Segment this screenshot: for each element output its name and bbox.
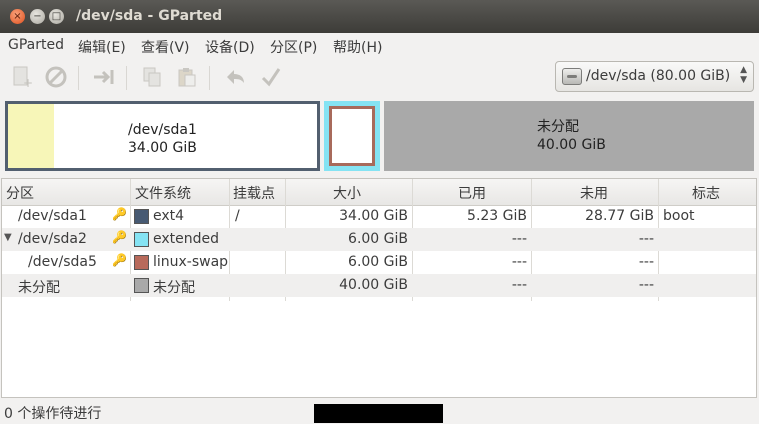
partition-cell: 未分配 — [18, 280, 60, 296]
menu-device[interactable]: 设备(D) — [205, 37, 255, 57]
key-icon: 🔑 — [112, 230, 127, 244]
disk-map-unallocated[interactable]: 未分配 40.00 GiB — [384, 101, 754, 171]
apply-icon[interactable] — [259, 66, 283, 90]
size-cell: 6.00 GiB — [348, 231, 408, 247]
flags-cell: boot — [663, 208, 695, 224]
table-row[interactable]: /dev/sda1 🔑 ext4 / 34.00 GiB 5.23 GiB 28… — [2, 205, 756, 228]
header-filesystem[interactable]: 文件系统 — [135, 183, 191, 203]
menu-partition[interactable]: 分区(P) — [270, 37, 317, 57]
unallocated-map-label: 未分配 40.00 GiB — [537, 118, 606, 154]
menu-edit[interactable]: 编辑(E) — [78, 37, 126, 57]
svg-text:+: + — [23, 76, 32, 88]
sda1-map-name: /dev/sda1 — [128, 122, 197, 138]
partition-cell: /dev/sda2 — [18, 231, 87, 247]
table-row[interactable]: /dev/sda5 🔑 linux-swap 6.00 GiB --- --- — [2, 251, 756, 274]
menu-help[interactable]: 帮助(H) — [333, 37, 382, 57]
device-selector[interactable]: /dev/sda (80.00 GiB) ▲ ▼ — [555, 61, 754, 92]
sda1-used-space — [8, 104, 55, 168]
menu-bar: GParted 编辑(E) 查看(V) 设备(D) 分区(P) 帮助(H) — [0, 33, 759, 58]
size-cell: 6.00 GiB — [348, 254, 408, 270]
header-partition[interactable]: 分区 — [6, 183, 34, 203]
filesystem-cell: 未分配 — [153, 280, 195, 296]
redacted-region — [314, 404, 443, 423]
key-icon: 🔑 — [112, 253, 127, 267]
used-cell: --- — [511, 254, 527, 270]
header-size[interactable]: 大小 — [333, 183, 361, 203]
filesystem-cell: ext4 — [153, 208, 185, 224]
used-cell: 5.23 GiB — [467, 208, 527, 224]
expander-icon[interactable]: ▼ — [4, 232, 12, 243]
dropdown-arrows-icon: ▲ ▼ — [740, 65, 747, 85]
new-partition-icon[interactable]: + — [10, 66, 34, 90]
mountpoint-cell: / — [235, 208, 240, 224]
filesystem-color-swatch — [134, 209, 149, 224]
header-used[interactable]: 已用 — [458, 183, 486, 203]
sda1-map-size: 34.00 GiB — [128, 140, 197, 156]
unallocated-map-name: 未分配 — [537, 119, 579, 135]
minimize-window-button[interactable]: − — [30, 9, 45, 24]
title-bar: × − □ /dev/sda - GParted — [0, 0, 759, 33]
table-header: 分区 文件系统 挂载点 大小 已用 未用 标志 — [2, 179, 756, 206]
resize-move-icon[interactable] — [92, 66, 116, 90]
toolbar-separator — [78, 66, 79, 90]
filesystem-color-swatch — [134, 278, 149, 293]
used-cell: --- — [511, 277, 527, 293]
paste-icon[interactable] — [175, 66, 199, 90]
table-row[interactable]: 未分配 未分配 40.00 GiB --- --- — [2, 274, 756, 297]
copy-icon[interactable] — [140, 66, 164, 90]
hard-disk-icon — [562, 68, 582, 85]
table-row[interactable]: ▼ /dev/sda2 🔑 extended 6.00 GiB --- --- — [2, 228, 756, 251]
toolbar-separator — [209, 66, 210, 90]
header-mountpoint[interactable]: 挂载点 — [233, 183, 275, 203]
unused-cell: 28.77 GiB — [585, 208, 654, 224]
partition-cell: /dev/sda5 — [28, 254, 97, 270]
delete-partition-icon[interactable] — [44, 66, 68, 90]
maximize-window-button[interactable]: □ — [49, 9, 64, 24]
toolbar-separator — [126, 66, 127, 90]
menu-gparted[interactable]: GParted — [8, 37, 64, 53]
partition-table: 分区 文件系统 挂载点 大小 已用 未用 标志 /dev/sda1 🔑 ext4… — [1, 178, 757, 398]
key-icon: 🔑 — [112, 207, 127, 221]
status-text: 0 个操作待进行 — [4, 406, 102, 422]
disk-map-sda5[interactable] — [329, 106, 375, 166]
used-cell: --- — [511, 231, 527, 247]
filesystem-color-swatch — [134, 255, 149, 270]
disk-map-sda1[interactable]: /dev/sda1 34.00 GiB — [5, 101, 320, 171]
filesystem-color-swatch — [134, 232, 149, 247]
unallocated-map-size: 40.00 GiB — [537, 137, 606, 153]
unused-cell: --- — [638, 231, 654, 247]
disk-map-sda2-extended[interactable] — [324, 101, 380, 171]
header-unused[interactable]: 未用 — [580, 183, 608, 203]
window-title: /dev/sda - GParted — [76, 8, 223, 24]
size-cell: 34.00 GiB — [339, 208, 408, 224]
filesystem-cell: linux-swap — [153, 254, 229, 270]
sda1-map-label: /dev/sda1 34.00 GiB — [128, 121, 197, 157]
status-bar: 0 个操作待进行 — [0, 399, 759, 424]
undo-icon[interactable] — [223, 66, 247, 90]
header-flags[interactable]: 标志 — [692, 183, 720, 203]
device-selector-label: /dev/sda (80.00 GiB) — [586, 68, 731, 84]
disk-map: /dev/sda1 34.00 GiB 未分配 40.00 GiB — [0, 99, 759, 175]
close-window-button[interactable]: × — [10, 9, 25, 24]
unused-cell: --- — [638, 277, 654, 293]
unused-cell: --- — [638, 254, 654, 270]
filesystem-cell: extended — [153, 231, 220, 247]
menu-view[interactable]: 查看(V) — [141, 37, 190, 57]
partition-cell: /dev/sda1 — [18, 208, 87, 224]
size-cell: 40.00 GiB — [339, 277, 408, 293]
